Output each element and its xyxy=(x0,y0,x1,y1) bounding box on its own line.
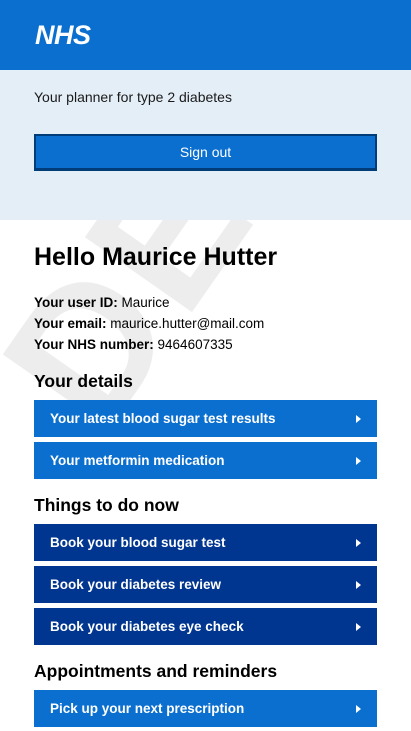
app-header: NHS xyxy=(0,0,411,70)
planner-subtitle: Your planner for type 2 diabetes xyxy=(34,89,232,105)
chevron-right-icon xyxy=(356,414,361,423)
nav-button-label: Book your diabetes eye check xyxy=(50,619,244,634)
metformin-medication-button[interactable]: Your metformin medication xyxy=(34,442,377,479)
chevron-right-icon xyxy=(356,456,361,465)
user-id-value: Maurice xyxy=(121,295,170,310)
chevron-right-icon xyxy=(356,704,361,713)
book-eye-check-button[interactable]: Book your diabetes eye check xyxy=(34,608,377,645)
chevron-right-icon xyxy=(356,580,361,589)
user-id-line: Your user ID: Maurice xyxy=(34,292,377,313)
email-label: Your email: xyxy=(34,316,107,331)
chevron-right-icon xyxy=(356,622,361,631)
nav-button-label: Your metformin medication xyxy=(50,453,225,468)
nhs-number-value: 9464607335 xyxy=(157,337,233,352)
book-diabetes-review-button[interactable]: Book your diabetes review xyxy=(34,566,377,603)
pick-up-prescription-button[interactable]: Pick up your next prescription xyxy=(34,690,377,727)
section-title-things-to-do: Things to do now xyxy=(34,495,179,515)
email-line: Your email: maurice.hutter@mail.com xyxy=(34,313,377,334)
nhs-number-line: Your NHS number: 9464607335 xyxy=(34,334,377,355)
nav-button-label: Book your diabetes review xyxy=(50,577,222,592)
section-title-appointments: Appointments and reminders xyxy=(34,661,278,681)
main-content: DEMO Hello Maurice Hutter Your user ID: … xyxy=(0,220,411,731)
blood-sugar-results-button[interactable]: Your latest blood sugar test results xyxy=(34,400,377,437)
email-value: maurice.hutter@mail.com xyxy=(110,316,265,331)
sign-out-button[interactable]: Sign out xyxy=(34,134,377,171)
nhs-logo[interactable]: NHS xyxy=(35,20,411,50)
section-title-your-details: Your details xyxy=(34,371,133,391)
nav-button-label: Your latest blood sugar test results xyxy=(50,411,276,426)
user-id-label: Your user ID: xyxy=(34,295,118,310)
nhs-number-label: Your NHS number: xyxy=(34,337,154,352)
nav-button-label: Book your blood sugar test xyxy=(50,535,226,550)
book-blood-sugar-test-button[interactable]: Book your blood sugar test xyxy=(34,524,377,561)
nav-button-label: Pick up your next prescription xyxy=(50,701,245,716)
chevron-right-icon xyxy=(356,538,361,547)
page-title: Hello Maurice Hutter xyxy=(34,243,278,271)
planner-banner: Your planner for type 2 diabetes Sign ou… xyxy=(0,70,411,220)
